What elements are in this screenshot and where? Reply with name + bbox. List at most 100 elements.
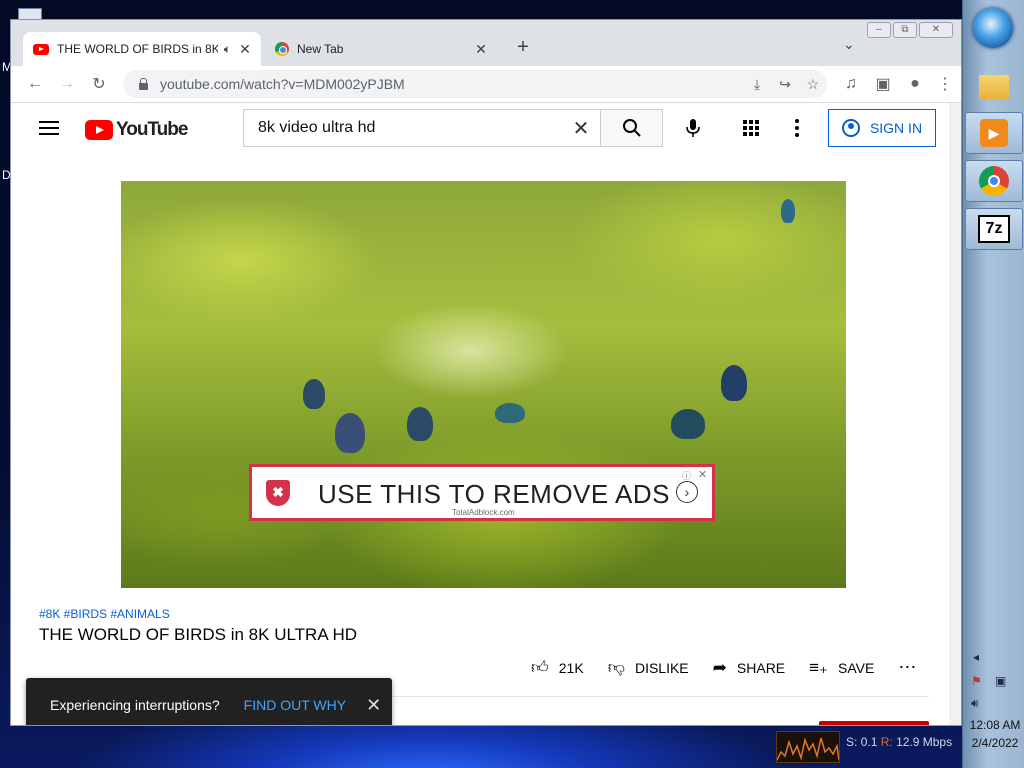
share-arrow-icon: ➦ [712,657,727,677]
like-button[interactable]: 👍︎ 21K [531,657,584,678]
chrome-icon [979,166,1009,196]
ad-source: TotalAdblock.com [452,508,515,517]
bookmark-star-icon[interactable]: ☆ [799,76,827,93]
start-button[interactable] [973,8,1013,48]
share-label: SHARE [736,659,786,676]
thumbs-up-icon: 👍︎ [531,658,549,677]
taskbar: ▶ 7z ◂ ⚑ ▣ 🔊︎ 12:08 AM 2/4/2022 [962,0,1024,768]
save-button[interactable]: ≡₊ SAVE [809,658,874,678]
playlist-add-icon: ≡₊ [809,657,829,677]
share-button[interactable]: ➦ SHARE [713,658,785,678]
media-control-icon[interactable]: ♫ [839,72,863,96]
microphone-button[interactable] [679,114,707,142]
profile-icon[interactable]: ● [903,72,927,96]
bird-figure [303,379,325,409]
ad-info-icon[interactable]: ⓘ [682,469,691,482]
bird-figure [495,403,525,423]
share-page-icon[interactable]: ↪ [771,76,799,93]
save-label: SAVE [838,659,875,676]
recv-label: R: [880,735,893,749]
find-out-why-button[interactable]: FIND OUT WHY [244,697,346,713]
chrome-menu-icon[interactable]: ⋮ [933,72,957,96]
page-scrollbar[interactable] [949,103,961,725]
lock-icon[interactable] [139,77,148,90]
close-tab-icon[interactable]: ✕ [473,41,489,57]
microphone-icon [686,119,700,137]
clock-date[interactable]: 2/4/2022 [967,736,1023,750]
hamburger-menu-icon[interactable] [39,121,59,135]
taskbar-chrome[interactable] [965,160,1023,202]
close-window-button[interactable]: ✕ [919,22,953,38]
ad-headline: USE THIS TO REMOVE ADS [318,479,670,509]
dislike-button[interactable]: 👎︎ DISLIKE [608,657,689,678]
bird-figure [335,413,365,453]
folder-icon [979,75,1009,99]
taskbar-explorer[interactable] [965,66,1023,108]
network-stats: S: 0.1 R: 12.9 Mbps [846,735,952,749]
send-label: S: [846,735,858,749]
taskbar-7zip[interactable]: 7z [965,208,1023,250]
clock-time[interactable]: 12:08 AM [967,718,1023,732]
tab-title: New Tab [297,42,344,56]
volume-icon[interactable]: 🔊︎ [971,696,979,711]
search-button[interactable] [600,109,663,147]
subscribe-button[interactable] [819,721,929,725]
search-box: ✕ [243,109,601,147]
new-tab-button[interactable]: + [511,36,535,60]
url-text[interactable]: youtube.com/watch?v=MDM002yPJBM [160,76,743,92]
sign-in-button[interactable]: SIGN IN [828,109,936,147]
window-controls: – ⧉ ✕ [867,22,953,38]
bird-figure [407,407,433,441]
tab-new-tab[interactable]: New Tab ✕ [265,32,497,66]
apps-grid-icon[interactable] [743,120,759,136]
network-meter-gadget: S: 0.1 R: 12.9 Mbps [772,727,962,765]
more-actions-icon[interactable]: ⋯ [898,657,917,678]
video-title: THE WORLD OF BIRDS in 8K ULTRA HD [39,625,358,644]
youtube-icon [33,43,49,55]
youtube-logo-text: YouTube [116,119,188,140]
settings-more-icon[interactable] [795,119,799,137]
bird-figure [721,365,747,401]
youtube-play-icon [85,120,113,140]
video-hashtags[interactable]: #8K #BIRDS #ANIMALS [39,607,170,621]
ad-close-icon[interactable]: ✕ [698,468,707,481]
search-input[interactable] [256,118,561,138]
tab-title: THE WORLD OF BIRDS in 8K ULTRA HD [57,42,218,56]
address-bar[interactable]: youtube.com/watch?v=MDM002yPJBM ⤓ ↪ ☆ [123,70,827,98]
network-graph [776,731,840,763]
forward-arrow-icon[interactable]: → [55,72,79,96]
browser-toolbar: ← → ↻ youtube.com/watch?v=MDM002yPJBM ⤓ … [11,66,961,103]
send-value: 0.1 [860,735,878,749]
tab-search-chevron-icon[interactable]: ⌄ [843,36,855,53]
adblock-ad-banner[interactable]: ✖ USE THIS TO REMOVE ADS TotalAdblock.co… [249,464,715,521]
close-toast-icon[interactable]: ✕ [366,695,381,716]
action-center-flag-icon[interactable]: ⚑ [971,674,982,688]
taskbar-media-player[interactable]: ▶ [965,112,1023,154]
show-hidden-icons-icon[interactable]: ◂ [973,650,979,664]
chrome-icon [275,42,289,56]
speaker-icon[interactable]: 🔈︎ [224,42,231,57]
tab-strip: THE WORLD OF BIRDS in 8K ULTRA HD 🔈︎ ✕ N… [11,20,961,66]
youtube-logo[interactable]: YouTube [85,119,188,141]
network-graph-bars [777,737,839,761]
recv-value: 12.9 Mbps [896,735,953,749]
install-app-icon[interactable]: ⤓ [743,76,771,93]
video-player[interactable]: ✖ USE THIS TO REMOVE ADS TotalAdblock.co… [121,181,846,588]
account-icon [841,119,860,137]
minimize-button[interactable]: – [867,22,891,38]
reload-icon[interactable]: ↻ [87,72,111,96]
tab-youtube[interactable]: THE WORLD OF BIRDS in 8K ULTRA HD 🔈︎ ✕ [23,32,261,66]
back-arrow-icon[interactable]: ← [23,72,47,96]
clear-search-icon[interactable]: ✕ [561,116,601,141]
side-panel-icon[interactable]: ▣ [871,72,895,96]
close-tab-icon[interactable]: ✕ [237,41,253,57]
dislike-label: DISLIKE [634,659,689,676]
ad-arrow-icon[interactable]: › [676,481,698,503]
thumbs-down-icon: 👎︎ [607,658,625,677]
youtube-header: YouTube ✕ [11,103,949,159]
bird-figure [781,199,795,223]
network-icon[interactable]: ▣ [995,674,1006,688]
like-count: 21K [558,659,584,676]
chrome-window: THE WORLD OF BIRDS in 8K ULTRA HD 🔈︎ ✕ N… [10,19,962,726]
restore-button[interactable]: ⧉ [893,22,917,38]
